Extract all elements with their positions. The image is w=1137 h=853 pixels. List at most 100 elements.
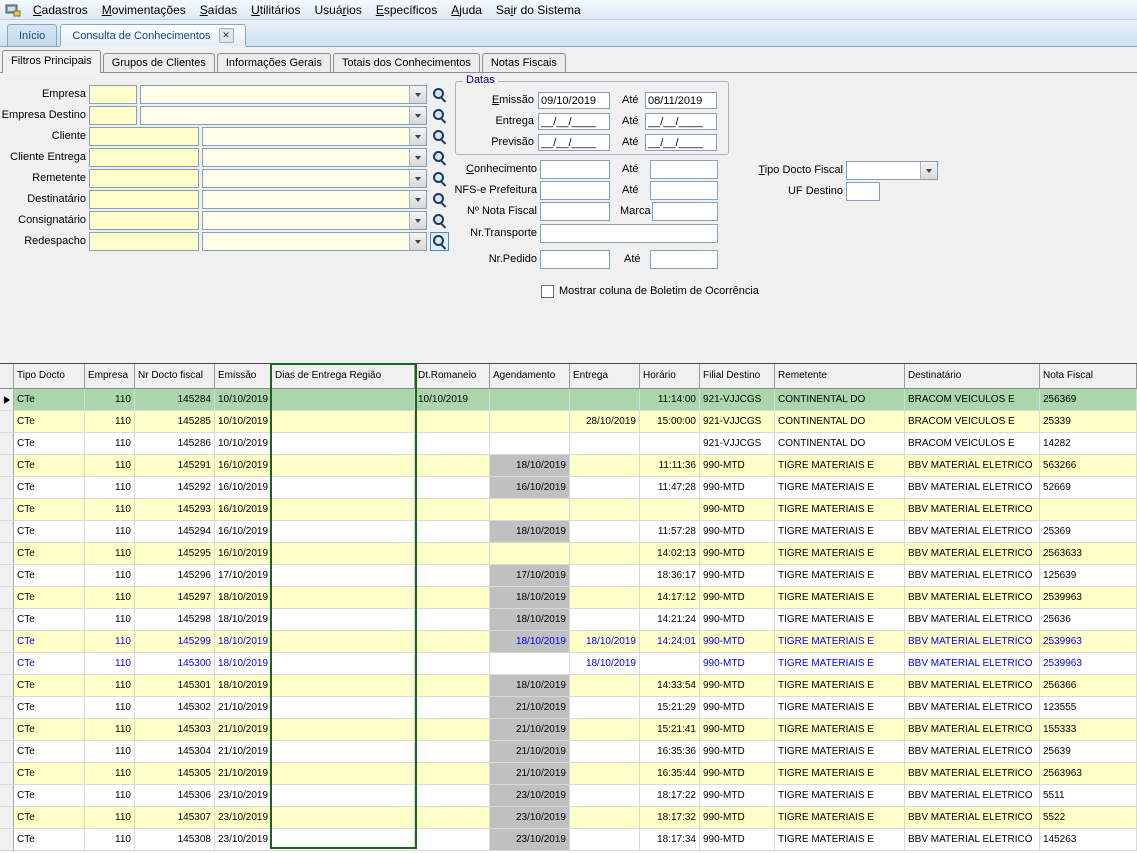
table-row[interactable]: CTe11014530018/10/201918/10/2019990-MTDT… xyxy=(0,653,1137,675)
cell-entrega[interactable] xyxy=(570,719,640,741)
cell-agendamento[interactable]: 17/10/2019 xyxy=(490,565,570,587)
tab-filtros-principais[interactable]: Filtros Principais xyxy=(2,50,101,73)
cell-remetente[interactable]: TIGRE MATERIAIS E xyxy=(775,609,905,631)
cell-filial-destino[interactable]: 990-MTD xyxy=(700,785,775,807)
cell-emissao[interactable]: 18/10/2019 xyxy=(215,587,272,609)
cell-horario[interactable]: 11:57:28 xyxy=(640,521,700,543)
empresa-code-input[interactable] xyxy=(89,85,137,104)
menu-item-cadastros[interactable]: Cadastros xyxy=(26,2,95,18)
cell-destinatario[interactable]: BBV MATERIAL ELETRICO xyxy=(905,543,1040,565)
cell-dt-romaneio[interactable] xyxy=(415,411,490,433)
cell-filial-destino[interactable]: 921-VJJCGS xyxy=(700,433,775,455)
cell-dt-romaneio[interactable] xyxy=(415,763,490,785)
tab-inicio[interactable]: Início xyxy=(7,24,57,46)
cell-horario[interactable]: 15:00:00 xyxy=(640,411,700,433)
cell-dt-romaneio[interactable] xyxy=(415,455,490,477)
cell-tipo-docto[interactable]: CTe xyxy=(14,521,85,543)
cell-empresa[interactable]: 110 xyxy=(85,719,135,741)
cell-entrega[interactable] xyxy=(570,543,640,565)
cell-destinatario[interactable]: BBV MATERIAL ELETRICO xyxy=(905,719,1040,741)
cell-nr-docto-fiscal[interactable]: 145297 xyxy=(135,587,215,609)
cell-tipo-docto[interactable]: CTe xyxy=(14,609,85,631)
cell-emissao[interactable]: 21/10/2019 xyxy=(215,719,272,741)
cell-nota-fiscal[interactable]: 25339 xyxy=(1040,411,1137,433)
cell-dias-de-entrega-regiao[interactable] xyxy=(272,565,415,587)
cell-empresa[interactable]: 110 xyxy=(85,477,135,499)
cell-nr-docto-fiscal[interactable]: 145299 xyxy=(135,631,215,653)
cell-dias-de-entrega-regiao[interactable] xyxy=(272,389,415,411)
cell-dt-romaneio[interactable] xyxy=(415,807,490,829)
cell-empresa[interactable]: 110 xyxy=(85,521,135,543)
cell-empresa[interactable]: 110 xyxy=(85,389,135,411)
cell-entrega[interactable]: 28/10/2019 xyxy=(570,411,640,433)
combo-dropdown-button[interactable] xyxy=(920,162,937,179)
cell-emissao[interactable]: 10/10/2019 xyxy=(215,433,272,455)
cell-dt-romaneio[interactable] xyxy=(415,433,490,455)
combo-dropdown-button[interactable] xyxy=(409,86,426,103)
cell-emissao[interactable]: 10/10/2019 xyxy=(215,389,272,411)
combo-dropdown-button[interactable] xyxy=(409,107,426,124)
table-row[interactable]: CTe11014528510/10/201928/10/201915:00:00… xyxy=(0,411,1137,433)
cell-dt-romaneio[interactable]: 10/10/2019 xyxy=(415,389,490,411)
cell-emissao[interactable]: 23/10/2019 xyxy=(215,785,272,807)
cell-tipo-docto[interactable]: CTe xyxy=(14,477,85,499)
cell-destinatario[interactable]: BBV MATERIAL ELETRICO xyxy=(905,631,1040,653)
menu-item-utilitarios[interactable]: Utilitários xyxy=(244,2,307,18)
cell-destinatario[interactable]: BBV MATERIAL ELETRICO xyxy=(905,609,1040,631)
cell-empresa[interactable]: 110 xyxy=(85,433,135,455)
menu-item-movimentacoes[interactable]: Movimentações xyxy=(95,2,193,18)
column-header-remetente[interactable]: Remetente xyxy=(775,364,905,389)
cell-agendamento[interactable]: 18/10/2019 xyxy=(490,675,570,697)
cell-agendamento[interactable]: 18/10/2019 xyxy=(490,521,570,543)
cell-dias-de-entrega-regiao[interactable] xyxy=(272,675,415,697)
cell-remetente[interactable]: TIGRE MATERIAIS E xyxy=(775,741,905,763)
cell-filial-destino[interactable]: 990-MTD xyxy=(700,587,775,609)
cell-horario[interactable] xyxy=(640,499,700,521)
cell-remetente[interactable]: TIGRE MATERIAIS E xyxy=(775,543,905,565)
cell-dt-romaneio[interactable] xyxy=(415,785,490,807)
cell-nota-fiscal[interactable]: 256369 xyxy=(1040,389,1137,411)
cell-destinatario[interactable]: BBV MATERIAL ELETRICO xyxy=(905,807,1040,829)
cell-destinatario[interactable]: BBV MATERIAL ELETRICO xyxy=(905,653,1040,675)
cell-filial-destino[interactable]: 990-MTD xyxy=(700,763,775,785)
cell-horario[interactable] xyxy=(640,433,700,455)
column-header-tipo-docto[interactable]: Tipo Docto xyxy=(14,364,85,389)
cell-filial-destino[interactable]: 990-MTD xyxy=(700,653,775,675)
cell-remetente[interactable]: TIGRE MATERIAIS E xyxy=(775,675,905,697)
cell-tipo-docto[interactable]: CTe xyxy=(14,587,85,609)
column-header-dias-de-entrega-regiao[interactable]: Dias de Entrega Região xyxy=(272,364,415,389)
cell-nota-fiscal[interactable]: 2539963 xyxy=(1040,631,1137,653)
cell-horario[interactable]: 15:21:41 xyxy=(640,719,700,741)
cell-remetente[interactable]: CONTINENTAL DO xyxy=(775,389,905,411)
column-header-entrega[interactable]: Entrega xyxy=(570,364,640,389)
cell-entrega[interactable] xyxy=(570,565,640,587)
tab-consulta-de-conhecimentos[interactable]: Consulta de Conhecimentos✕ xyxy=(60,24,245,46)
cell-remetente[interactable]: TIGRE MATERIAIS E xyxy=(775,521,905,543)
table-row[interactable]: CTe11014530221/10/201921/10/201915:21:29… xyxy=(0,697,1137,719)
cell-agendamento[interactable] xyxy=(490,543,570,565)
cell-nota-fiscal[interactable]: 2563633 xyxy=(1040,543,1137,565)
cell-agendamento[interactable]: 18/10/2019 xyxy=(490,455,570,477)
cell-tipo-docto[interactable]: CTe xyxy=(14,455,85,477)
table-row[interactable]: CTe11014528610/10/2019921-VJJCGSCONTINEN… xyxy=(0,433,1137,455)
cell-empresa[interactable]: 110 xyxy=(85,455,135,477)
cell-nota-fiscal[interactable]: 125639 xyxy=(1040,565,1137,587)
cell-dt-romaneio[interactable] xyxy=(415,521,490,543)
cell-nota-fiscal[interactable]: 123555 xyxy=(1040,697,1137,719)
cell-remetente[interactable]: TIGRE MATERIAIS E xyxy=(775,785,905,807)
cell-empresa[interactable]: 110 xyxy=(85,609,135,631)
cell-filial-destino[interactable]: 921-VJJCGS xyxy=(700,389,775,411)
cell-horario[interactable]: 16:35:36 xyxy=(640,741,700,763)
nr-pedido-from-input[interactable] xyxy=(540,250,610,269)
cell-nota-fiscal[interactable]: 25639 xyxy=(1040,741,1137,763)
cell-entrega[interactable] xyxy=(570,741,640,763)
cell-horario[interactable]: 14:17:12 xyxy=(640,587,700,609)
cell-agendamento[interactable]: 21/10/2019 xyxy=(490,763,570,785)
cell-remetente[interactable]: TIGRE MATERIAIS E xyxy=(775,631,905,653)
empresa-destino-combo[interactable] xyxy=(140,106,427,125)
cell-agendamento[interactable] xyxy=(490,653,570,675)
column-header-agendamento[interactable]: Agendamento xyxy=(490,364,570,389)
cell-dt-romaneio[interactable] xyxy=(415,653,490,675)
cell-emissao[interactable]: 21/10/2019 xyxy=(215,763,272,785)
cell-dt-romaneio[interactable] xyxy=(415,499,490,521)
